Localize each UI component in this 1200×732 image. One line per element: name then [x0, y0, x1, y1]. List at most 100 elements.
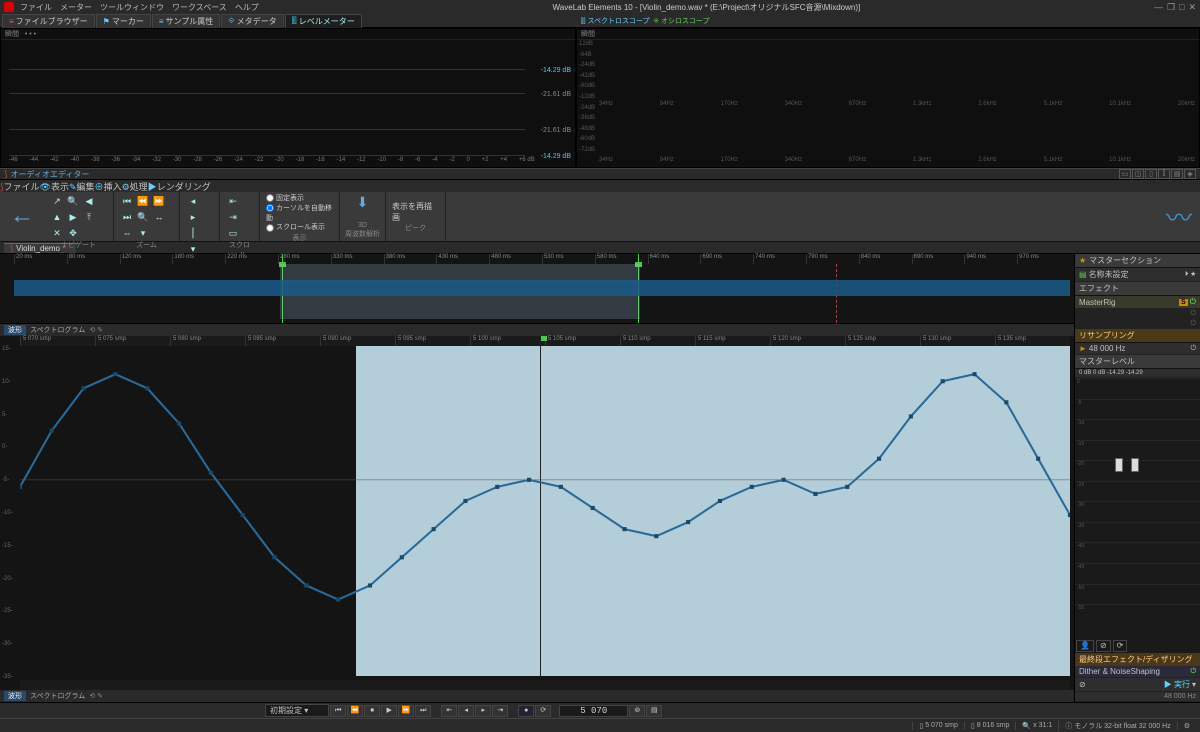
layout-btn-2[interactable]: ◫	[1132, 169, 1144, 179]
opt-scroll[interactable]	[266, 224, 274, 232]
cursor-prev-icon[interactable]: ◂	[186, 194, 200, 208]
nav-start-icon[interactable]: ◀	[82, 194, 96, 208]
layout-btn-6[interactable]: ◈	[1184, 169, 1196, 179]
run-menu-icon[interactable]: ▾	[1192, 680, 1196, 689]
zoom-fwd-icon[interactable]: ⏩	[152, 194, 166, 208]
status-tool-icon[interactable]: ⚙	[1177, 722, 1196, 730]
effect-slot[interactable]: MasterRig S ⏻	[1075, 296, 1200, 309]
tab-file-browser[interactable]: ≡ファイルブラウザー	[2, 14, 95, 28]
file-tab-row[interactable]: ⟆ Violin_demo *	[0, 242, 1200, 254]
preset-row[interactable]: ▤ 名称未設定 ⏵ ★	[1075, 268, 1200, 282]
layout-btn-5[interactable]: ▤	[1171, 169, 1183, 179]
layout-btn-3[interactable]: ▯	[1145, 169, 1157, 179]
fader-right[interactable]	[1131, 458, 1139, 472]
scroll-l-icon[interactable]: ⇤	[226, 194, 240, 208]
menu-workspace[interactable]: ワークスペース	[172, 2, 227, 13]
rtab-file[interactable]: ⟆ファイル	[0, 180, 40, 192]
opt-follow[interactable]	[266, 204, 274, 212]
analysis-icon[interactable]: ⬇	[357, 194, 369, 211]
nav-home-icon[interactable]: ⤒	[82, 210, 96, 224]
nav-x-icon[interactable]: ✕	[50, 226, 64, 240]
maximize-icon[interactable]: □	[1179, 2, 1184, 13]
rtab-insert[interactable]: ⊕挿入	[95, 180, 122, 192]
waveform-canvas[interactable]: 5 070 smp5 075 smp5 080 smp5 085 smp5 09…	[0, 336, 1074, 690]
rtab-process[interactable]: ⚙処理	[122, 180, 148, 192]
t-loop-prev-icon[interactable]: ◂	[458, 705, 474, 717]
menu-bar[interactable]: ファイル メーター ツールウィンドウ ワークスペース ヘルプ	[20, 2, 259, 13]
minimize-icon[interactable]: —	[1154, 2, 1163, 13]
display-options[interactable]: 固定表示 カーソルを自動移動 スクロール表示	[266, 194, 333, 233]
cursor-next-icon[interactable]: ▸	[186, 210, 200, 224]
nav-end-icon[interactable]: ▶	[66, 210, 80, 224]
run-row[interactable]: ⊘ ▶ 実行 ▾	[1075, 678, 1200, 692]
rtab-view[interactable]: 👁表示	[40, 180, 69, 192]
menu-tools[interactable]: ツールウィンドウ	[100, 2, 164, 13]
back-button[interactable]: ←	[4, 198, 40, 234]
menu-meter[interactable]: メーター	[60, 2, 92, 13]
view-spectrogram-tab[interactable]: スペクトログラム	[30, 325, 85, 335]
tab-marker[interactable]: ⚑マーカー	[96, 14, 151, 28]
tab-spectroscope[interactable]: ⫿⫿ スペクトロスコープ	[581, 18, 650, 25]
dither-slot[interactable]: Dither & NoiseShaping ⏻	[1075, 666, 1200, 678]
transport-preset[interactable]: 初期設定 ▾	[265, 704, 329, 717]
rtab-edit[interactable]: ✎編集	[69, 180, 95, 192]
t-skip-start-icon[interactable]: ⏮	[330, 705, 346, 717]
nav-zoom-in-icon[interactable]: ↗	[50, 194, 64, 208]
spectro-tabs[interactable]: ⫿⫿ スペクトロスコープ ◈ オシロスコープ	[581, 16, 709, 26]
rtab-render[interactable]: ▶レンダリング	[148, 180, 211, 192]
canvas-marker[interactable]	[540, 336, 547, 341]
master-section-header[interactable]: マスターセクション	[1075, 254, 1200, 268]
redraw-button[interactable]: 表示を再描画	[392, 201, 439, 223]
menu-help[interactable]: ヘルプ	[235, 2, 259, 13]
nav-drag-icon[interactable]: ✥	[66, 226, 80, 240]
master-meters[interactable]: 0-5-10-15-20-25-30-35-40-45-50-55 👤 ⊘ ⟳	[1075, 378, 1200, 653]
tab-level-meter[interactable]: ⫿⫿レベルメーター	[285, 14, 362, 28]
transport-bar[interactable]: 初期設定 ▾ ⏮ ⏪ ⏹ ▶ ⏩ ⏭ ⇤ ◂ ▸ ⇥ ● ⟳ 5 070 ⊚ ▤	[0, 702, 1200, 718]
nav-zoom-out-icon[interactable]: 🔍	[66, 194, 80, 208]
zoom-prev-icon[interactable]: ⏮	[120, 194, 134, 208]
nav-up-icon[interactable]: ▲	[50, 210, 64, 224]
zoom-out-h-icon[interactable]: ⇔	[120, 226, 134, 240]
t-play-icon[interactable]: ▶	[381, 705, 397, 717]
view-waveform-tab[interactable]: 波形	[4, 325, 26, 335]
t-loop-next-icon[interactable]: ▸	[475, 705, 491, 717]
bypass-icon[interactable]: ⊘	[1079, 680, 1086, 689]
restore-icon[interactable]: ❐	[1167, 2, 1175, 13]
t-rew-icon[interactable]: ⏪	[347, 705, 363, 717]
t-jog-icon[interactable]: ⊚	[629, 705, 645, 717]
t-record-icon[interactable]: ●	[518, 705, 534, 717]
scroll-r-icon[interactable]: ⇥	[226, 210, 240, 224]
view-waveform-tab-b[interactable]: 波形	[4, 691, 26, 701]
editor-bar-tools[interactable]: ▭ ◫ ▯ ⫿ ▤ ◈	[1119, 169, 1196, 179]
effect-empty-2[interactable]: ⏻	[1075, 319, 1200, 329]
zoom-rew-icon[interactable]: ⏪	[136, 194, 150, 208]
meter-link-icon[interactable]: ⊘	[1096, 640, 1111, 652]
menu-file[interactable]: ファイル	[20, 2, 52, 13]
zoom-in-h-icon[interactable]: ↔	[152, 210, 166, 224]
t-menu-icon[interactable]: ▤	[646, 705, 662, 717]
t-loop-icon[interactable]: ⟳	[535, 705, 551, 717]
view-spectrogram-tab-b[interactable]: スペクトログラム	[30, 691, 85, 701]
ribbon-tabs[interactable]: ⟆ファイル 👁表示 ✎編集 ⊕挿入 ⚙処理 ▶レンダリング	[0, 180, 1200, 192]
position-counter[interactable]: 5 070	[559, 705, 628, 717]
layout-btn-4[interactable]: ⫿	[1158, 169, 1170, 179]
close-icon[interactable]: ✕	[1188, 2, 1196, 13]
meter-reset-icon[interactable]: ⟳	[1113, 640, 1128, 652]
meter-mono-icon[interactable]: 👤	[1076, 640, 1094, 652]
t-skip-end-icon[interactable]: ⏭	[415, 705, 431, 717]
zoom-mag-icon[interactable]: 🔍	[136, 210, 150, 224]
window-controls[interactable]: — ❐ □ ✕	[1154, 2, 1196, 13]
horizontal-scrollbar[interactable]	[20, 680, 1070, 690]
t-loop-end-icon[interactable]: ⇥	[492, 705, 508, 717]
overview-wave[interactable]: 20 ms80 ms120 ms180 ms220 ms280 ms330 ms…	[0, 254, 1074, 324]
cursor-mark-icon[interactable]: ⎮	[186, 226, 200, 240]
status-zoom[interactable]: 🔍 x 31:1	[1015, 722, 1058, 730]
t-stop-icon[interactable]: ⏹	[364, 705, 380, 717]
zoom-drop-icon[interactable]: ▾	[136, 226, 150, 240]
t-loop-start-icon[interactable]: ⇤	[441, 705, 457, 717]
tab-metadata[interactable]: ⟐メタデータ	[221, 14, 283, 28]
tab-sample-attrs[interactable]: ≡サンプル属性	[152, 14, 220, 28]
tab-oscilloscope[interactable]: ◈ オシロスコープ	[653, 18, 709, 25]
effect-empty-1[interactable]: ⏻	[1075, 309, 1200, 319]
scroll-sel-icon[interactable]: ▭	[226, 226, 240, 240]
